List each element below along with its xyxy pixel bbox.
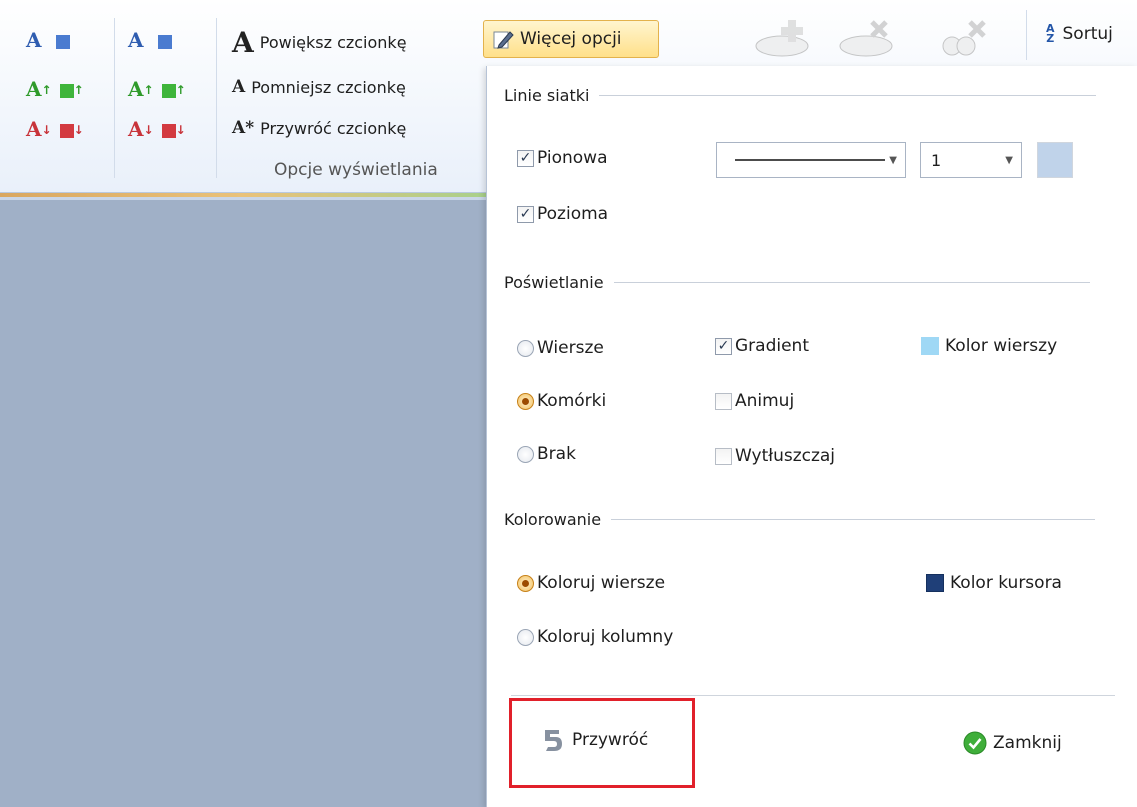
bg-color-increase-button[interactable]: A↑ ↑ <box>128 79 186 99</box>
close-button[interactable]: Zamknij <box>963 731 1062 755</box>
bg-color-normal-button[interactable]: A <box>128 30 172 50</box>
checkbox-checked-icon: ✓ <box>517 149 534 167</box>
radio-off-icon <box>517 445 534 463</box>
checkbox-checked-icon: ✓ <box>715 337 732 355</box>
check-circle-icon <box>963 731 987 755</box>
gradient-checkbox[interactable]: ✓ Gradient <box>715 336 809 356</box>
chevron-down-icon: ▼ <box>889 154 897 166</box>
text-color-decrease-button[interactable]: A↓ ↓ <box>26 119 84 139</box>
arrow-up-icon: ↑ <box>175 83 186 97</box>
radio-on-icon <box>517 574 534 592</box>
checkbox-unchecked-icon <box>715 392 732 410</box>
square-icon <box>59 83 74 98</box>
radio-none[interactable]: Brak <box>517 444 576 464</box>
square-icon <box>161 123 176 138</box>
radio-on-icon <box>517 392 534 410</box>
bg-color-decrease-button[interactable]: A↓ ↓ <box>128 119 186 139</box>
checkbox-unchecked-icon <box>715 447 732 465</box>
radio-cells[interactable]: Komórki <box>517 391 606 411</box>
add-grid-icon[interactable] <box>752 16 814 58</box>
square-icon <box>157 34 172 49</box>
section-highlighting: Poświetlanie <box>504 273 1090 292</box>
square-icon <box>59 123 74 138</box>
arrow-up-icon: ↑ <box>143 83 154 97</box>
arrow-down-icon: ↓ <box>41 123 52 137</box>
color-square-icon <box>921 337 939 355</box>
row-color-button[interactable]: Kolor wierszy <box>921 336 1057 356</box>
restore-highlight-box <box>509 698 695 788</box>
radio-color-rows[interactable]: Koloruj wiersze <box>517 573 665 593</box>
solid-line-icon <box>735 159 885 161</box>
radio-color-columns[interactable]: Koloruj kolumny <box>517 627 673 647</box>
cursor-color-button[interactable]: Kolor kursora <box>926 573 1062 593</box>
text-color-increase-button[interactable]: A↑ ↑ <box>26 79 84 99</box>
bold-checkbox[interactable]: Wytłuszczaj <box>715 446 835 466</box>
separator <box>216 18 217 178</box>
horizontal-lines-checkbox[interactable]: ✓ Pozioma <box>517 204 608 224</box>
chevron-down-icon: ▼ <box>1005 154 1013 166</box>
shrink-font-button[interactable]: A Pomniejsz czcionkę <box>232 77 406 97</box>
enlarge-font-button[interactable]: A Powiększ czcionkę <box>232 26 407 59</box>
checkbox-checked-icon: ✓ <box>517 205 534 223</box>
line-color-swatch[interactable] <box>1037 142 1073 178</box>
section-grid-lines: Linie siatki <box>504 86 1097 105</box>
more-options-popup: Linie siatki ✓ Pionowa ✓ Pozioma ▼ 1 ▼ P… <box>486 66 1137 807</box>
small-a-icon: A <box>232 77 246 97</box>
footer-divider <box>511 695 1115 696</box>
arrow-down-icon: ↓ <box>73 123 84 137</box>
restore-font-button[interactable]: A* Przywróć czcionkę <box>232 118 406 138</box>
vertical-lines-checkbox[interactable]: ✓ Pionowa <box>517 148 608 168</box>
remove-grid-icon[interactable] <box>836 16 898 58</box>
separator <box>1026 10 1027 60</box>
edit-pen-icon <box>492 28 514 50</box>
arrow-up-icon: ↑ <box>73 83 84 97</box>
arrow-down-icon: ↓ <box>175 123 186 137</box>
more-options-button[interactable]: Więcej opcji <box>483 20 659 58</box>
arrow-down-icon: ↓ <box>143 123 154 137</box>
section-coloring: Kolorowanie <box>504 510 1096 529</box>
text-color-normal-button[interactable]: A <box>26 30 70 50</box>
separator <box>114 18 115 178</box>
sort-az-icon: AZ <box>1046 22 1055 45</box>
group-label-display-options: Opcje wyświetlania <box>274 160 438 180</box>
ribbon-bottom-line <box>0 197 486 200</box>
restore-font-icon: A* <box>232 118 255 138</box>
sort-button[interactable]: AZ Sortuj <box>1046 22 1113 45</box>
line-style-dropdown[interactable]: ▼ <box>716 142 906 178</box>
delete-group-icon[interactable] <box>932 16 994 58</box>
color-square-icon <box>926 574 944 592</box>
arrow-up-icon: ↑ <box>41 83 52 97</box>
line-width-dropdown[interactable]: 1 ▼ <box>920 142 1022 178</box>
radio-rows[interactable]: Wiersze <box>517 338 604 358</box>
radio-off-icon <box>517 628 534 646</box>
radio-off-icon <box>517 339 534 357</box>
large-a-icon: A <box>232 26 254 59</box>
square-icon <box>55 34 70 49</box>
animate-checkbox[interactable]: Animuj <box>715 391 794 411</box>
square-icon <box>161 83 176 98</box>
